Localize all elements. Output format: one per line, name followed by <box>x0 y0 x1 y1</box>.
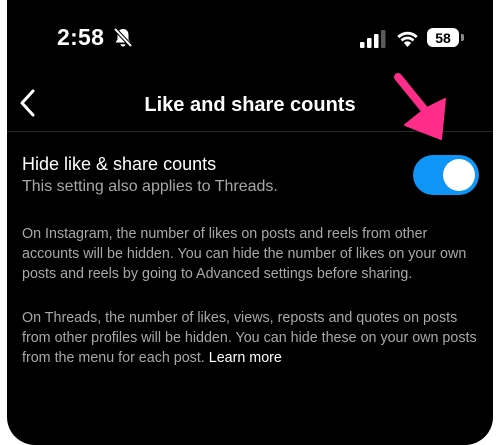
toggle-knob <box>443 159 475 191</box>
battery-tip <box>461 34 464 41</box>
hide-counts-description: This setting also applies to Threads. <box>22 178 278 195</box>
wifi-icon <box>397 31 418 47</box>
hide-counts-toggle[interactable] <box>413 155 479 195</box>
learn-more-link[interactable]: Learn more <box>209 350 282 366</box>
phone-screen: 2:58 58 Like and share counts Hide like … <box>7 0 493 445</box>
hide-counts-label: Hide like & share counts <box>22 154 217 174</box>
bell-slash-icon <box>113 27 133 48</box>
battery-level: 58 <box>435 29 451 46</box>
threads-info-paragraph: On Threads, the number of likes, views, … <box>22 308 484 368</box>
instagram-info-text: On Instagram, the number of likes on pos… <box>22 226 467 282</box>
status-time: 2:58 <box>57 24 105 50</box>
battery-icon: 58 <box>427 28 459 47</box>
annotation-arrow-icon <box>394 73 446 140</box>
status-bar: 2:58 58 <box>7 0 493 70</box>
cellular-signal-icon <box>360 30 386 48</box>
